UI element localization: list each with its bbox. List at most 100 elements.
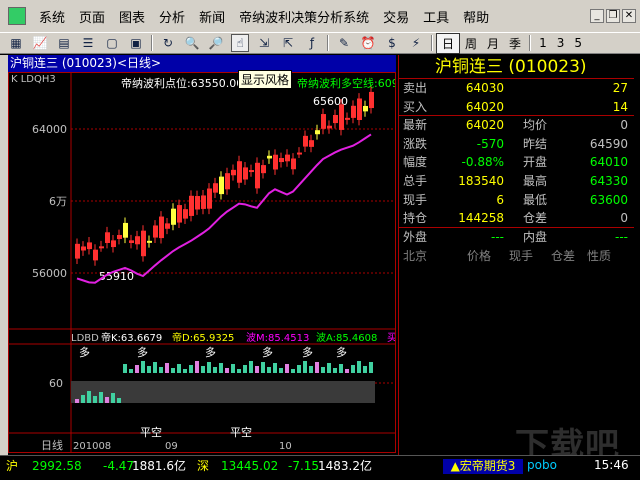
candle	[207, 188, 212, 209]
ind-legend-4: 波A:85.4608	[316, 331, 377, 344]
quote-value2: 14	[612, 99, 628, 114]
indicator-bar	[231, 364, 235, 373]
candle	[333, 114, 338, 124]
quote-label: 卖出	[403, 81, 428, 95]
menu-analysis[interactable]: 分析	[152, 7, 192, 26]
alarm-icon[interactable]: ⏰	[359, 34, 377, 52]
chart-header: 沪铜连三 (010023)<日线>	[8, 55, 396, 72]
chart-area[interactable]: K LDQH3 帝纳波利点位:63550.00 帝纳波利多空线:60990.8 …	[8, 72, 423, 453]
menu-help[interactable]: 帮助	[456, 7, 496, 26]
tick-col-nature: 性质	[587, 249, 612, 264]
arrow-label-3: 多	[262, 345, 273, 359]
candle	[297, 152, 302, 155]
indicator-bar	[123, 364, 127, 373]
quote-row: 现手 6 最低 63600	[399, 191, 634, 210]
candle	[273, 154, 278, 170]
indicator-bar	[321, 367, 325, 373]
indicator-bar	[183, 369, 187, 373]
quote-value: 6	[496, 192, 504, 207]
grid-icon[interactable]: ▦	[7, 34, 25, 52]
period-3min[interactable]: 3	[552, 35, 570, 51]
kline-chart[interactable]: K LDQH3 帝纳波利点位:63550.00 帝纳波利多空线:60990.8 …	[9, 73, 423, 452]
ind-legend-2: 帝D:65.9325	[172, 331, 234, 344]
minimize-button[interactable]: _	[590, 9, 604, 23]
period-1min[interactable]: 1	[534, 35, 552, 51]
candle	[81, 246, 86, 251]
formula-icon[interactable]: ƒ	[303, 34, 321, 52]
legend-point: 帝纳波利点位:63550.00	[121, 76, 243, 90]
footer-label: 日线	[41, 438, 63, 452]
candle	[267, 155, 272, 159]
style-icon[interactable]: ☝	[231, 34, 249, 52]
arrow-label-4: 多	[302, 345, 313, 359]
candle	[195, 196, 200, 210]
restore-button[interactable]: ❐	[606, 9, 620, 23]
quote-label: 涨跌	[403, 136, 428, 151]
period-quarter[interactable]: 季	[504, 34, 526, 53]
period-month[interactable]: 月	[482, 34, 504, 53]
clock: 15:46	[594, 458, 629, 472]
zoom-icon[interactable]: 🔍	[183, 34, 201, 52]
edit-icon[interactable]: ✎	[335, 34, 353, 52]
menu-page[interactable]: 页面	[72, 7, 112, 26]
money-icon[interactable]: $	[383, 34, 401, 52]
ind-legend-3: 波M:85.4513	[246, 331, 309, 344]
indicator-bar	[105, 397, 109, 403]
indicator-bar	[297, 365, 301, 373]
indicator-bar	[129, 369, 133, 373]
menu-tools[interactable]: 工具	[416, 7, 456, 26]
layout-icon[interactable]: ▣	[127, 34, 145, 52]
period-5min[interactable]: 5	[569, 35, 587, 51]
candle	[225, 173, 230, 190]
import-icon[interactable]: ⇱	[279, 34, 297, 52]
quote-label: 外盘	[403, 229, 428, 244]
indicator-bar	[195, 361, 199, 373]
list-icon[interactable]: ☰	[79, 34, 97, 52]
quote-label2: 内盘	[523, 229, 548, 244]
menu-chart[interactable]: 图表	[112, 7, 152, 26]
ind-legend-5: 买	[387, 332, 395, 344]
indicator-bar	[141, 361, 145, 373]
menu-system[interactable]: 系统	[32, 7, 72, 26]
candle	[285, 154, 290, 162]
indicator-bar	[165, 363, 169, 373]
window-icon[interactable]: ▢	[103, 34, 121, 52]
indicator-bar	[291, 369, 295, 373]
export-icon[interactable]: ⇲	[255, 34, 273, 52]
candle	[357, 98, 362, 121]
menu-bar: 系统 页面 图表 分析 新闻 帝纳波利决策分析系统 交易 工具 帮助 _ ❐ ✕	[0, 0, 640, 32]
indicator-bar	[357, 361, 361, 373]
indicator-bar	[225, 368, 229, 373]
indicator-bar	[81, 395, 85, 403]
price-label-56000: 56000	[32, 267, 67, 280]
line-chart-icon[interactable]: 📈	[31, 34, 49, 52]
menu-dinapoli[interactable]: 帝纳波利决策分析系统	[232, 7, 376, 26]
legend-k: K LDQH3	[11, 74, 56, 85]
menu-news[interactable]: 新闻	[192, 7, 232, 26]
table-icon[interactable]: ▤	[55, 34, 73, 52]
quote-value: 144258	[458, 211, 504, 226]
indicator-bar	[285, 364, 289, 373]
search-icon[interactable]: 🔎	[207, 34, 225, 52]
app-icon	[8, 7, 26, 25]
period-day[interactable]: 日	[436, 32, 461, 54]
period-week[interactable]: 周	[460, 34, 482, 53]
candle	[99, 246, 104, 249]
sh-label: 沪	[6, 459, 19, 473]
candle	[303, 135, 308, 147]
candle	[153, 225, 158, 238]
refresh-icon[interactable]: ↻	[159, 34, 177, 52]
candle	[249, 170, 254, 173]
indicator-bar	[177, 364, 181, 373]
quote-label2: 仓差	[523, 211, 548, 226]
menu-trade[interactable]: 交易	[376, 7, 416, 26]
indicator-bar	[99, 392, 103, 403]
sh-amount: 1881.6亿	[132, 459, 186, 473]
candle	[309, 140, 314, 147]
indicator-bar	[207, 362, 211, 373]
indicator-bar	[117, 398, 121, 403]
lightning-icon[interactable]: ⚡	[407, 34, 425, 52]
close-button[interactable]: ✕	[622, 9, 636, 23]
candle	[363, 105, 368, 112]
brand-badge[interactable]: ▲宏帝期货3	[443, 459, 523, 474]
